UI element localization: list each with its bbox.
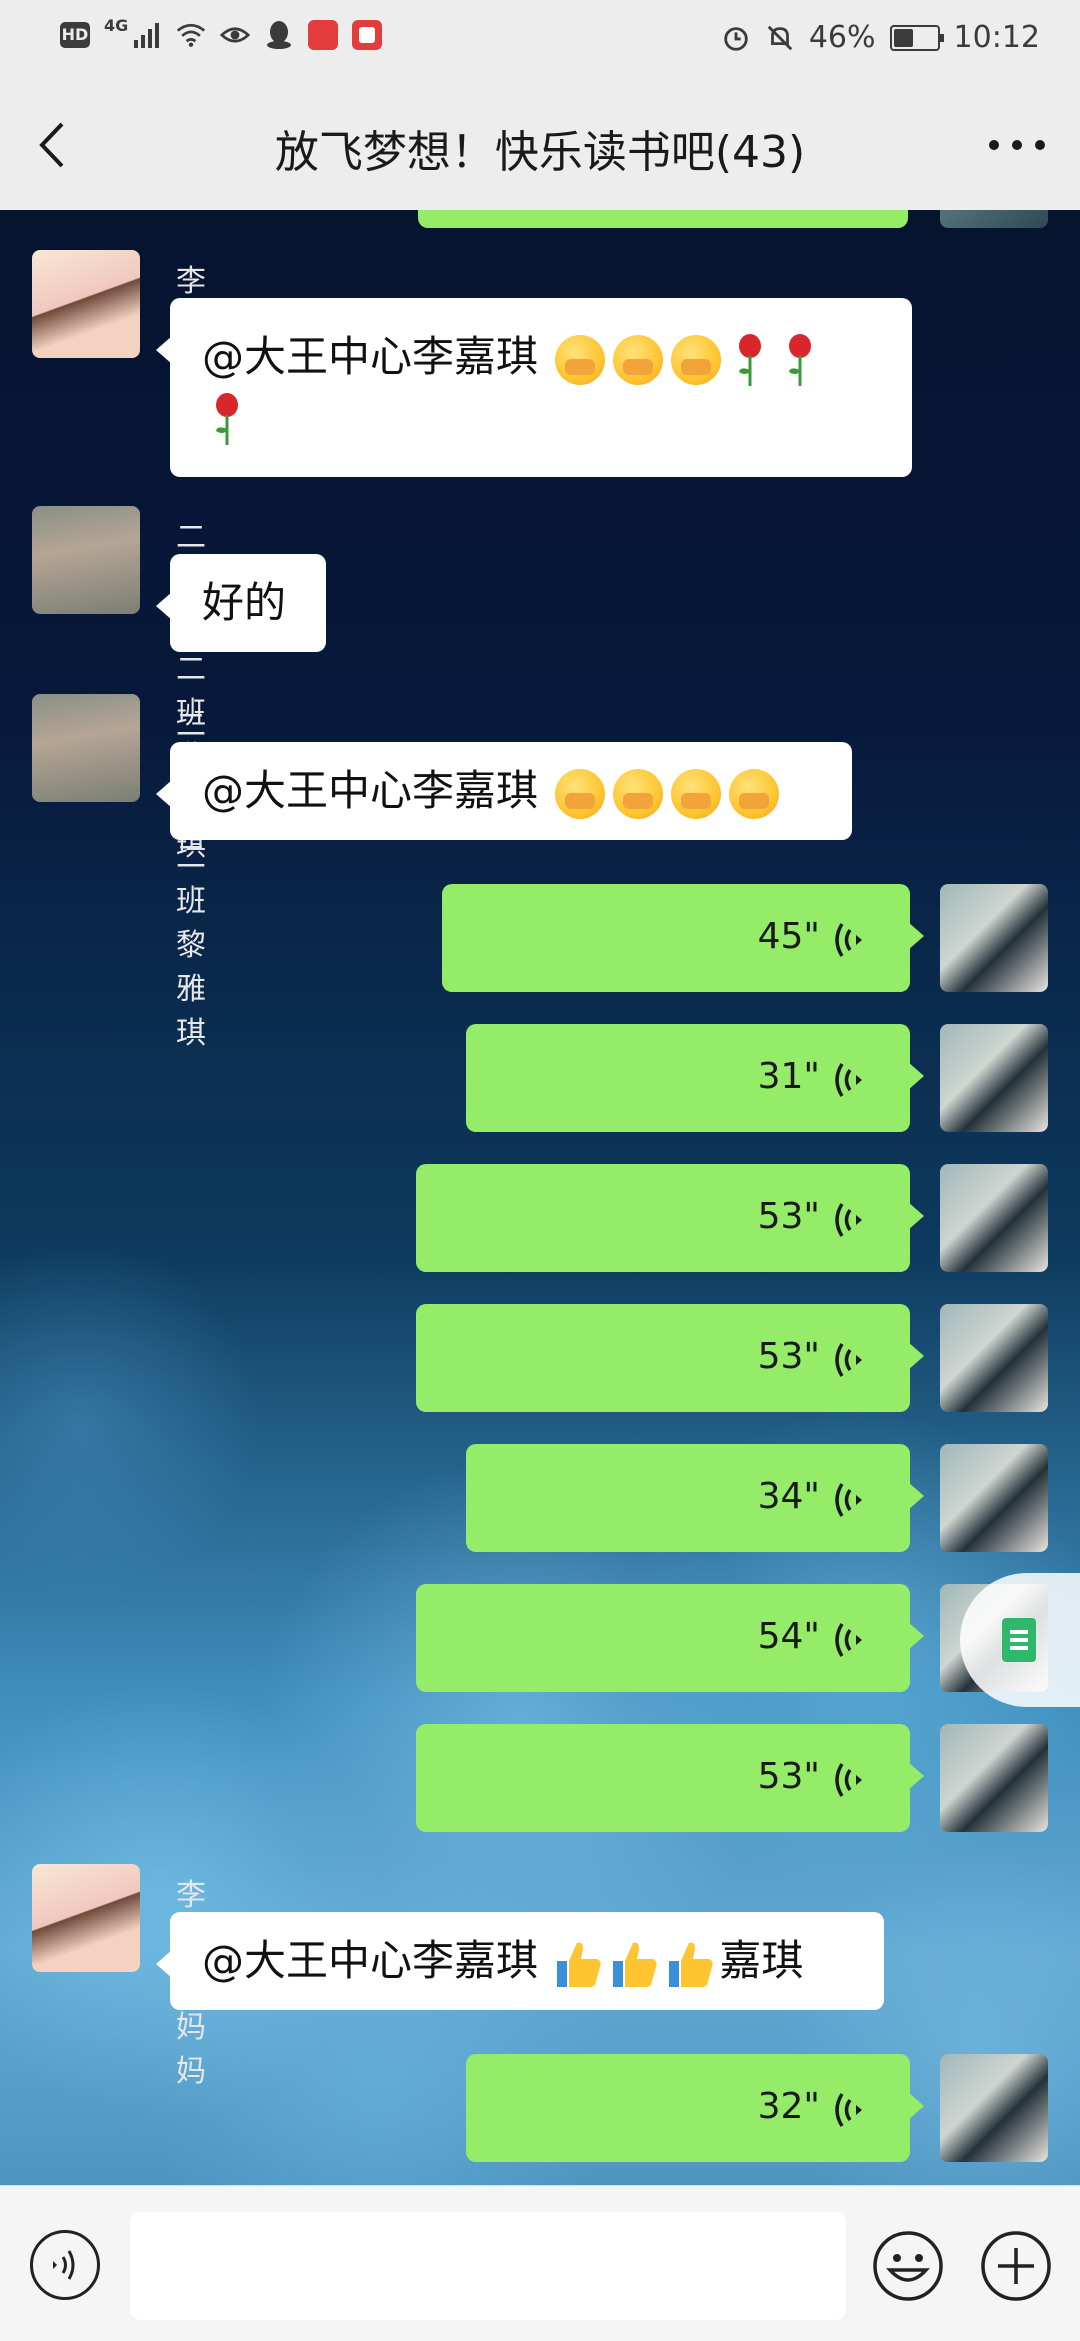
battery-percent: 46% xyxy=(808,20,876,55)
qq-icon xyxy=(264,20,294,50)
more-button[interactable] xyxy=(982,130,1052,160)
text-message-bubble[interactable]: @大王中心李嘉琪 嘉琪 xyxy=(156,1912,884,2010)
message-text: @大王中心李嘉琪 xyxy=(202,766,552,815)
voice-duration: 34" xyxy=(757,1476,820,1517)
avatar[interactable] xyxy=(32,506,140,614)
voice-wave-icon xyxy=(835,1483,862,1517)
my-avatar[interactable] xyxy=(940,1304,1048,1412)
my-avatar[interactable] xyxy=(940,1164,1048,1272)
voice-duration: 53" xyxy=(757,1336,820,1377)
hd-icon: HD xyxy=(60,22,90,48)
emoji-icon xyxy=(873,2231,943,2301)
message-list[interactable]: 李美含妈妈 @大王中心李嘉琪 二年级二班黎雅琪 好的 二年级二班黎雅琪 @大王中… xyxy=(0,210,1080,2185)
message-text: @大王中心李嘉琪 xyxy=(202,332,552,381)
message-text-suffix: 嘉琪 xyxy=(719,1936,804,1985)
voice-wave-icon xyxy=(835,2093,862,2127)
plus-icon xyxy=(981,2231,1051,2301)
voice-duration: 31" xyxy=(757,1056,820,1097)
voice-wave-icon xyxy=(835,1763,862,1797)
voice-wave-icon xyxy=(835,1203,862,1237)
my-avatar[interactable] xyxy=(940,1024,1048,1132)
emoji-button[interactable] xyxy=(872,2230,944,2302)
voice-message-bubble-partial[interactable] xyxy=(418,210,908,228)
voice-wave-icon xyxy=(835,1623,862,1657)
message-text: 好的 xyxy=(202,578,287,627)
voice-message-bubble[interactable]: 32" xyxy=(466,2054,924,2162)
voice-message-bubble[interactable]: 34" xyxy=(466,1444,924,1552)
alarm-icon xyxy=(721,23,751,53)
text-message-bubble[interactable]: @大王中心李嘉琪 xyxy=(156,742,852,840)
voice-message-bubble[interactable]: 53" xyxy=(416,1304,924,1412)
voice-wave-icon xyxy=(835,1063,862,1097)
hugging-face-icon xyxy=(729,768,780,819)
voice-duration: 45" xyxy=(757,916,820,957)
app-notification-icon xyxy=(352,20,383,50)
more-dots-icon xyxy=(989,140,1045,150)
voice-message-bubble[interactable]: 31" xyxy=(466,1024,924,1132)
clock: 10:12 xyxy=(953,20,1040,55)
voice-message-bubble[interactable]: 53" xyxy=(416,1724,924,1832)
more-actions-button[interactable] xyxy=(980,2230,1052,2302)
chat-title: 放飞梦想！快乐读书吧(43) xyxy=(274,127,806,178)
voice-duration: 53" xyxy=(757,1756,820,1797)
voice-duration: 53" xyxy=(757,1196,820,1237)
text-message-bubble[interactable]: 好的 xyxy=(156,554,326,652)
voice-mode-button[interactable] xyxy=(30,2230,100,2300)
network-type: 4G xyxy=(104,15,129,35)
voice-wave-icon xyxy=(835,923,862,957)
voice-duration: 32" xyxy=(757,2086,820,2127)
mute-icon xyxy=(765,23,795,53)
hugging-face-icon xyxy=(555,768,606,819)
avatar[interactable] xyxy=(32,250,140,358)
voice-wave-icon xyxy=(835,1343,862,1377)
my-avatar[interactable] xyxy=(940,1444,1048,1552)
avatar[interactable] xyxy=(32,694,140,802)
hugging-face-icon xyxy=(671,334,722,385)
voice-message-bubble[interactable]: 54" xyxy=(416,1584,924,1692)
my-avatar[interactable] xyxy=(940,2054,1048,2162)
hugging-face-icon xyxy=(613,768,664,819)
my-avatar[interactable] xyxy=(940,210,1048,228)
chat-header: 放飞梦想！快乐读书吧(43) xyxy=(0,80,1080,210)
avatar[interactable] xyxy=(32,1864,140,1972)
voice-mode-icon xyxy=(53,2250,75,2280)
eye-icon xyxy=(220,20,251,50)
hugging-face-icon xyxy=(613,334,664,385)
hugging-face-icon xyxy=(555,334,606,385)
battery-icon xyxy=(889,24,944,51)
signal-icon xyxy=(132,20,162,50)
message-text: @大王中心李嘉琪 xyxy=(202,1936,552,1985)
rose-icon xyxy=(216,393,238,445)
my-avatar[interactable] xyxy=(940,884,1048,992)
rose-icon xyxy=(739,333,762,386)
thumbs-up-icon xyxy=(669,1942,713,1987)
text-message-bubble[interactable]: @大王中心李嘉琪 xyxy=(156,298,912,477)
hugging-face-icon xyxy=(671,768,722,819)
message-input[interactable] xyxy=(130,2212,846,2320)
app-notification-icon xyxy=(308,20,339,50)
status-bar: HD 4G 46% 10:12 xyxy=(0,0,1080,80)
wifi-icon xyxy=(176,20,206,50)
rose-icon xyxy=(789,333,812,386)
voice-message-bubble[interactable]: 53" xyxy=(416,1164,924,1272)
my-avatar[interactable] xyxy=(940,1724,1048,1832)
voice-message-bubble[interactable]: 45" xyxy=(442,884,924,992)
thumbs-up-icon xyxy=(613,1942,657,1987)
input-bar xyxy=(0,2185,1080,2341)
thumbs-up-icon xyxy=(557,1942,601,1987)
document-icon xyxy=(1002,1618,1036,1662)
voice-duration: 54" xyxy=(757,1616,820,1657)
